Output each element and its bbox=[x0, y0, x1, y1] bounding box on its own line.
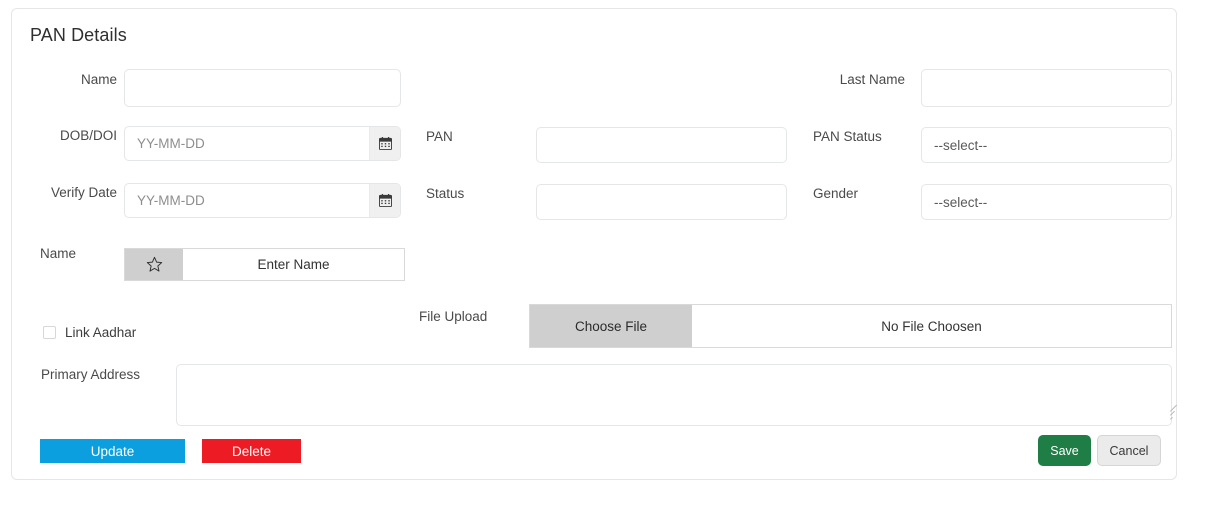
name-label: Name bbox=[80, 72, 117, 87]
primary-address-textarea[interactable] bbox=[176, 364, 1172, 426]
delete-button[interactable]: Delete bbox=[202, 439, 301, 463]
pan-status-selected-value: --select-- bbox=[934, 137, 988, 153]
gender-label: Gender bbox=[813, 186, 859, 201]
choose-file-button[interactable]: Choose File bbox=[530, 305, 692, 347]
name-input[interactable] bbox=[124, 69, 401, 107]
last-name-input[interactable] bbox=[921, 69, 1172, 107]
dob-doi-label: DOB/DOI bbox=[59, 128, 117, 143]
link-aadhar-checkbox-wrap[interactable]: Link Aadhar bbox=[43, 325, 136, 340]
page-title: PAN Details bbox=[30, 25, 127, 45]
pan-label: PAN bbox=[426, 129, 453, 144]
primary-address-label: Primary Address bbox=[41, 367, 141, 382]
pan-input[interactable] bbox=[536, 127, 787, 163]
pan-details-card: PAN Details Name Last Name DOB/DOI PAN P… bbox=[11, 8, 1178, 480]
last-name-label: Last Name bbox=[839, 72, 905, 87]
name-entry-text[interactable]: Enter Name bbox=[183, 249, 404, 280]
dob-doi-input-group[interactable] bbox=[124, 126, 401, 161]
pan-status-label: PAN Status bbox=[813, 129, 882, 144]
verify-date-input[interactable] bbox=[125, 184, 369, 217]
name-entry-label: Name bbox=[40, 246, 77, 261]
cancel-button[interactable]: Cancel bbox=[1097, 435, 1161, 466]
link-aadhar-label: Link Aadhar bbox=[65, 325, 137, 340]
calendar-icon[interactable] bbox=[369, 127, 400, 160]
update-button[interactable]: Update bbox=[40, 439, 185, 463]
star-outline-icon[interactable] bbox=[125, 249, 183, 280]
file-upload-label: File Upload bbox=[419, 309, 488, 324]
file-name-display: No File Choosen bbox=[692, 305, 1171, 347]
gender-selected-value: --select-- bbox=[934, 194, 988, 210]
status-label: Status bbox=[426, 186, 465, 201]
dob-doi-input[interactable] bbox=[125, 127, 369, 160]
calendar-icon[interactable] bbox=[369, 184, 400, 217]
link-aadhar-checkbox[interactable] bbox=[43, 326, 56, 339]
gender-select[interactable]: --select-- bbox=[921, 184, 1172, 220]
verify-date-input-group[interactable] bbox=[124, 183, 401, 218]
name-entry-input-group[interactable]: Enter Name bbox=[124, 248, 405, 281]
status-input[interactable] bbox=[536, 184, 787, 220]
file-upload-group[interactable]: Choose File No File Choosen bbox=[529, 304, 1172, 348]
pan-status-select[interactable]: --select-- bbox=[921, 127, 1172, 163]
save-button[interactable]: Save bbox=[1038, 435, 1091, 466]
verify-date-label: Verify Date bbox=[50, 185, 117, 200]
